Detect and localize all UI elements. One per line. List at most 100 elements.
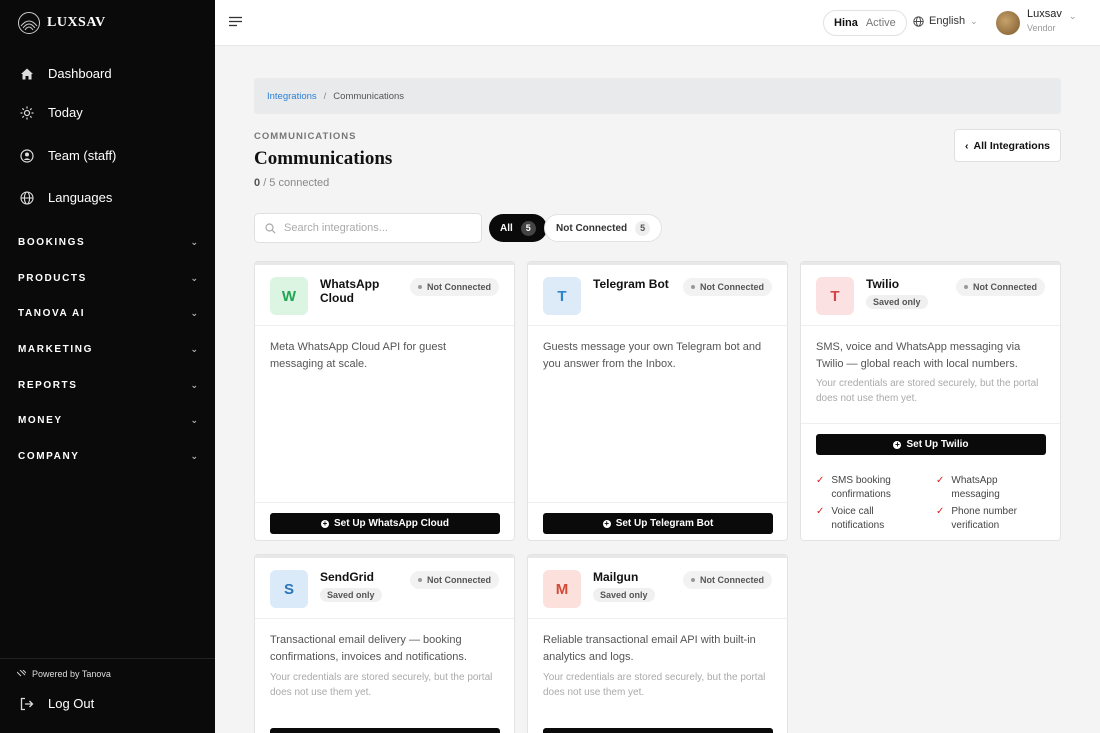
nav-item-today[interactable]: Today xyxy=(20,105,83,120)
button-label: Set Up Telegram Bot xyxy=(615,518,714,529)
menu-icon xyxy=(229,16,242,27)
integration-name: WhatsApp Cloud xyxy=(320,277,380,305)
status-dot-icon xyxy=(418,285,422,289)
nav-item-team[interactable]: Team (staff) xyxy=(20,148,116,163)
card-footer: + Set Up Telegram Bot xyxy=(528,502,787,540)
feature-label: WhatsApp messaging xyxy=(951,475,1000,500)
user-menu[interactable]: Luxsav Vendor ⌄ xyxy=(996,8,1076,35)
integration-card-telegram: T Telegram Bot Not Connected Guests mess… xyxy=(527,261,788,541)
chevron-down-icon: ⌄ xyxy=(190,380,198,390)
plus-icon: + xyxy=(602,518,611,528)
chevron-left-icon: ‹ xyxy=(965,139,969,152)
nav-section-products[interactable]: PRODUCTS ⌄ xyxy=(18,273,198,284)
integration-card-whatsapp: W WhatsApp Cloud Not Connected Meta What… xyxy=(254,261,515,541)
nav-label: Today xyxy=(48,105,83,120)
section-label: MARKETING xyxy=(18,344,93,355)
sun-icon xyxy=(20,106,34,120)
integration-name: Telegram Bot xyxy=(593,277,669,291)
breadcrumb-separator: / xyxy=(323,90,327,102)
language-selector[interactable]: English ⌄ xyxy=(913,15,978,27)
feature-label: SMS booking confirmations xyxy=(831,475,891,500)
filter-count: 5 xyxy=(635,220,651,236)
avatar xyxy=(996,11,1020,35)
globe-icon xyxy=(20,190,34,205)
card-header: M Mailgun Saved only Not Connected xyxy=(528,555,787,619)
status-badge: Not Connected xyxy=(956,278,1045,296)
filter-all[interactable]: All 5 xyxy=(489,214,547,242)
status-name: Hina xyxy=(834,17,858,29)
chevron-down-icon: ⌄ xyxy=(970,15,978,26)
search-box xyxy=(254,213,482,243)
brand[interactable]: LUXSAV xyxy=(17,11,106,35)
page-eyebrow: COMMUNICATIONS xyxy=(254,131,357,142)
filter-label: Not Connected xyxy=(556,222,628,234)
chevron-down-icon: ⌄ xyxy=(190,237,198,247)
check-icon: ✓ xyxy=(816,506,825,517)
section-label: COMPANY xyxy=(18,451,80,462)
nav-item-dashboard[interactable]: Dashboard xyxy=(20,66,112,81)
integration-logo-tile: T xyxy=(816,277,854,315)
nav-label: Team (staff) xyxy=(48,148,117,163)
nav-section-company[interactable]: COMPANY ⌄ xyxy=(18,451,198,462)
breadcrumb-link-integrations[interactable]: Integrations xyxy=(267,91,317,102)
card-footer: + Set Up Twilio ✓ SMS booking confirmation… xyxy=(801,423,1060,540)
nav-section-bookings[interactable]: BOOKINGS ⌄ xyxy=(18,237,198,248)
status-badge: Not Connected xyxy=(410,278,499,296)
connected-count: 0 xyxy=(254,177,261,189)
setup-whatsapp-button[interactable]: + Set Up WhatsApp Cloud xyxy=(270,513,500,534)
sidebar-divider xyxy=(0,658,215,659)
search-icon xyxy=(265,222,276,234)
setup-mailgun-button[interactable] xyxy=(543,728,773,733)
user-name: Luxsav xyxy=(1027,8,1062,20)
all-integrations-button[interactable]: ‹ All Integrations xyxy=(954,129,1061,162)
status-label: Not Connected xyxy=(973,282,1037,292)
integration-note: Your credentials are stored securely, bu… xyxy=(816,378,1039,404)
nav-item-languages[interactable]: Languages xyxy=(20,190,112,205)
nav-section-reports[interactable]: REPORTS ⌄ xyxy=(18,380,198,391)
breadcrumb-current: Communications xyxy=(333,90,405,102)
globe-icon xyxy=(913,15,924,27)
brand-name: LUXSAV xyxy=(47,15,106,30)
logout-button[interactable]: Log Out xyxy=(20,696,94,711)
saved-only-badge: Saved only xyxy=(320,588,382,602)
section-label: TANOVA AI xyxy=(18,308,86,319)
setup-sendgrid-button[interactable] xyxy=(270,728,500,733)
check-icon: ✓ xyxy=(936,506,945,517)
nav-section-marketing[interactable]: MARKETING ⌄ xyxy=(18,344,198,355)
status-label: Not Connected xyxy=(700,282,764,292)
card-header: W WhatsApp Cloud Not Connected xyxy=(255,262,514,326)
integration-description: Reliable transactional email API with bu… xyxy=(543,634,756,663)
chevron-down-icon: ⌄ xyxy=(190,308,198,318)
nav-section-tanova-ai[interactable]: TANOVA AI ⌄ xyxy=(18,308,198,319)
sidebar: LUXSAV Dashboard Today Team (staff) Lang… xyxy=(0,0,215,733)
team-icon xyxy=(20,148,34,163)
section-label: PRODUCTS xyxy=(18,273,87,284)
chevron-down-icon: ⌄ xyxy=(190,344,198,354)
brand-logo-icon xyxy=(18,12,40,34)
page-title: Communications xyxy=(254,148,393,169)
status-label: Not Connected xyxy=(427,282,491,292)
section-label: BOOKINGS xyxy=(18,237,86,248)
status-label: Not Connected xyxy=(700,575,764,585)
setup-telegram-button[interactable]: + Set Up Telegram Bot xyxy=(543,513,773,534)
menu-toggle-button[interactable] xyxy=(229,16,242,30)
section-label: MONEY xyxy=(18,415,63,426)
card-header: S SendGrid Saved only Not Connected xyxy=(255,555,514,619)
logout-icon xyxy=(20,697,34,710)
saved-only-badge: Saved only xyxy=(593,588,655,602)
filter-not-connected[interactable]: Not Connected 5 xyxy=(544,214,663,242)
search-input[interactable] xyxy=(284,222,464,234)
connected-summary: 0 / 5 connected xyxy=(254,177,329,189)
staff-status-pill[interactable]: Hina Active xyxy=(823,10,907,36)
status-badge: Not Connected xyxy=(683,278,772,296)
nav-section-money[interactable]: MONEY ⌄ xyxy=(18,415,198,426)
feature-label: Voice call notifications xyxy=(831,506,885,531)
logout-label: Log Out xyxy=(48,696,95,711)
button-label: Set Up WhatsApp Cloud xyxy=(334,518,449,529)
button-label: Set Up Twilio xyxy=(906,439,969,450)
powered-by[interactable]: Powered by Tanova xyxy=(17,669,111,679)
chevron-down-icon: ⌄ xyxy=(190,415,198,425)
chevron-down-icon: ⌄ xyxy=(190,273,198,283)
setup-twilio-button[interactable]: + Set Up Twilio xyxy=(816,434,1046,455)
language-label: English xyxy=(929,15,966,27)
